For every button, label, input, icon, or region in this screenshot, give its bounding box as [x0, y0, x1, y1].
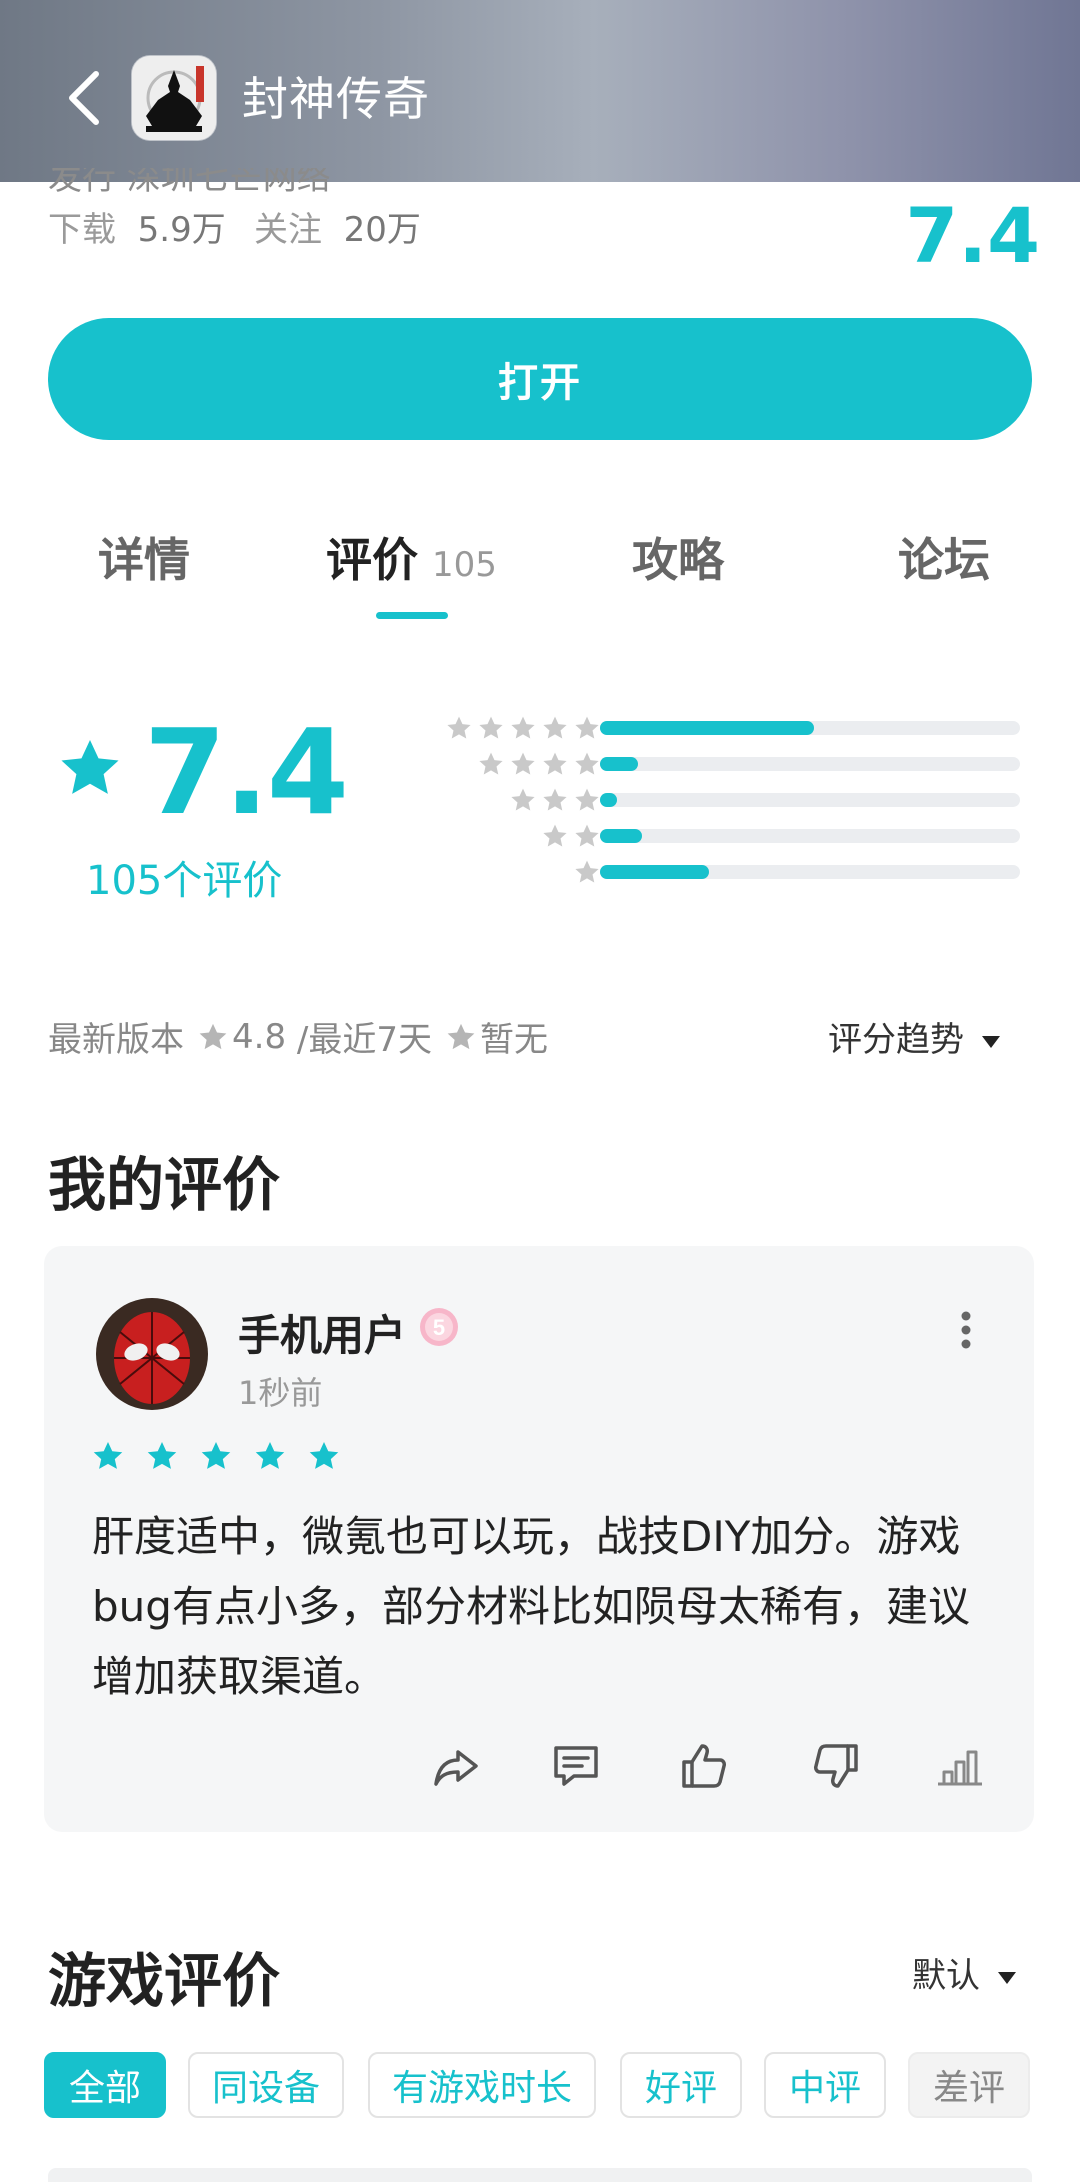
bar-fill	[600, 829, 642, 843]
tab-reviews[interactable]: 评价 105	[326, 532, 497, 593]
app-title: 封神传奇	[242, 72, 430, 126]
tab-details[interactable]: 详情	[98, 532, 190, 588]
filter-neutral[interactable]: 中评	[764, 2052, 886, 2118]
warrior-silhouette-icon	[132, 56, 216, 140]
filter-playtime[interactable]: 有游戏时长	[368, 2052, 596, 2118]
username: 手机用户	[238, 1311, 407, 1360]
star-icon	[575, 788, 599, 811]
star-icon	[201, 1442, 231, 1469]
recent-value: 暂无	[479, 1020, 548, 1060]
star-icon	[61, 740, 119, 794]
download-stat: 下载 5.9万	[48, 208, 226, 252]
star-icon	[511, 752, 535, 775]
bar-track	[600, 829, 1020, 843]
tab-reviews-label: 评价	[326, 533, 418, 587]
like-icon[interactable]	[676, 1738, 732, 1794]
latest-version-score: 4.8	[232, 1016, 287, 1057]
star-group	[510, 782, 600, 818]
rating-bar-4-star	[380, 746, 1020, 782]
filter-positive[interactable]: 好评	[620, 2052, 742, 2118]
download-value: 5.9万	[137, 210, 226, 250]
star-icon	[543, 824, 567, 847]
bar-track	[600, 721, 1020, 735]
follow-value: 20万	[343, 210, 421, 250]
rating-bar-2-star	[380, 818, 1020, 854]
rating-bar-5-star	[380, 710, 1020, 746]
level-badge-icon: 5	[420, 1308, 458, 1346]
download-label: 下载	[48, 210, 116, 250]
follow-label: 关注	[254, 210, 322, 250]
back-arrow-icon[interactable]	[62, 68, 106, 128]
star-icon	[543, 716, 567, 739]
star-icon	[199, 1023, 227, 1049]
recent-label: /最近7天	[296, 1020, 432, 1060]
star-icon	[543, 752, 567, 775]
star-group	[542, 818, 600, 854]
tab-forum[interactable]: 论坛	[898, 532, 990, 588]
review-text: 肝度适中，微氪也可以玩，战技DIY加分。游戏bug有点小多，部分材料比如陨母太稀…	[92, 1512, 970, 1701]
dislike-icon[interactable]	[808, 1738, 864, 1794]
active-tab-indicator	[376, 612, 448, 619]
star-icon	[575, 824, 599, 847]
star-icon	[511, 788, 535, 811]
filter-negative[interactable]: 差评	[908, 2052, 1030, 2118]
caret-down-icon	[982, 1035, 1000, 1048]
share-icon[interactable]	[428, 1738, 484, 1794]
star-group	[446, 710, 600, 746]
bar-track	[600, 757, 1020, 771]
tab-guides[interactable]: 攻略	[632, 532, 724, 588]
version-rating-line: 最新版本 4.8 /最近7天 暂无	[48, 1012, 548, 1061]
bar-track	[600, 865, 1020, 879]
rating-bar-1-star	[380, 854, 1020, 890]
average-score: 7.4	[144, 703, 349, 841]
star-icon	[479, 716, 503, 739]
header-score: 7.4	[905, 191, 1040, 280]
follow-stat: 关注 20万	[254, 208, 421, 252]
star-icon	[309, 1442, 339, 1469]
star-icon	[543, 788, 567, 811]
bar-fill	[600, 757, 638, 771]
stats-icon[interactable]	[932, 1738, 988, 1794]
more-options-icon[interactable]	[960, 1310, 972, 1350]
star-icon	[93, 1442, 123, 1469]
star-group	[574, 854, 600, 890]
bar-fill	[600, 793, 617, 807]
latest-version-label: 最新版本	[48, 1020, 184, 1060]
rating-bar-3-star	[380, 782, 1020, 818]
star-icon	[575, 716, 599, 739]
app-icon	[132, 56, 216, 140]
caret-down-icon	[998, 1971, 1016, 1984]
star-icon	[255, 1442, 285, 1469]
star-icon	[575, 752, 599, 775]
game-reviews-title: 游戏评价	[48, 1947, 281, 2015]
star-icon	[147, 1442, 177, 1469]
my-review-title: 我的评价	[48, 1151, 281, 1219]
bar-track	[600, 793, 1020, 807]
svg-text:5: 5	[433, 1315, 445, 1340]
open-button[interactable]: 打开	[48, 318, 1032, 440]
next-card-edge	[48, 2168, 1032, 2182]
bar-fill	[600, 721, 815, 735]
sort-dropdown[interactable]: 默认	[912, 1948, 1016, 1997]
star-icon	[447, 1023, 475, 1049]
star-group	[478, 746, 600, 782]
star-icon	[511, 716, 535, 739]
comment-icon[interactable]	[548, 1738, 604, 1794]
bar-fill	[600, 865, 710, 879]
rating-count: 105个评价	[86, 858, 283, 904]
tab-reviews-count: 105	[432, 545, 497, 585]
sort-label: 默认	[912, 1956, 980, 1996]
rating-trend-label: 评分趋势	[828, 1020, 964, 1060]
star-icon	[447, 716, 471, 739]
star-icon	[479, 752, 503, 775]
rating-trend-dropdown[interactable]: 评分趋势	[828, 1012, 1000, 1061]
filter-all[interactable]: 全部	[44, 2052, 166, 2118]
star-icon	[575, 860, 599, 883]
review-stars	[92, 1440, 340, 1472]
avatar[interactable]	[96, 1298, 208, 1410]
filter-same-device[interactable]: 同设备	[188, 2052, 344, 2118]
review-time: 1秒前	[238, 1374, 323, 1412]
